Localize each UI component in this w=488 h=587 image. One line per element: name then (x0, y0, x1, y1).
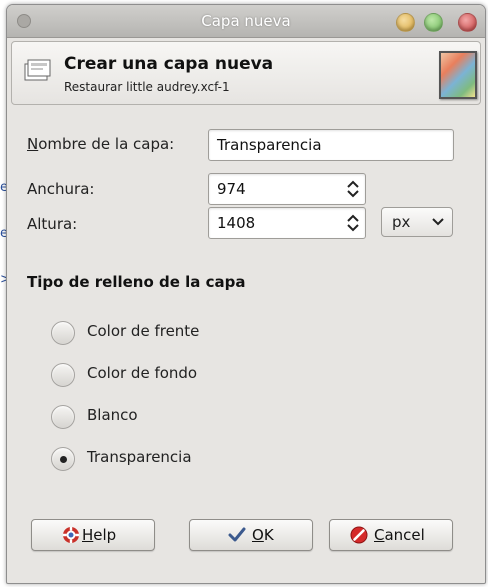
help-button-label: Help (82, 526, 117, 544)
minimize-button[interactable] (396, 13, 415, 32)
layer-name-input[interactable]: Transparencia (208, 129, 454, 161)
chevron-down-icon (432, 218, 444, 226)
height-label: Altura: (27, 215, 78, 233)
image-thumbnail (439, 51, 477, 99)
layer-name-label-text: ombre de la capa: (38, 135, 175, 153)
layer-name-label: Nombre de la capa: (27, 135, 175, 153)
ok-button[interactable]: OK (189, 519, 313, 551)
fill-option-label: Color de frente (87, 322, 200, 340)
fill-option-label: Transparencia (87, 448, 192, 466)
fill-option-label: Color de fondo (87, 364, 198, 382)
cancel-button-label: Cancel (374, 526, 425, 544)
fill-option-label: Blanco (87, 406, 138, 424)
radio-button[interactable] (51, 321, 75, 345)
maximize-button[interactable] (424, 13, 443, 32)
radio-button-selected[interactable] (51, 447, 75, 471)
spin-arrows-icon[interactable] (347, 180, 359, 198)
title-bar[interactable]: Capa nueva (7, 5, 485, 38)
screen: e e > Capa nueva Crear una capa nueva Re… (0, 0, 488, 587)
height-spinbox[interactable]: 1408 (208, 207, 366, 239)
unit-value: px (392, 213, 411, 231)
fill-type-heading: Tipo de relleno de la capa (27, 273, 246, 291)
unit-dropdown[interactable]: px (381, 207, 453, 237)
width-value: 974 (217, 180, 246, 198)
spin-arrows-icon[interactable] (347, 214, 359, 232)
close-button[interactable] (458, 13, 477, 32)
checkmark-icon (228, 527, 246, 542)
dialog-heading: Crear una capa nueva (64, 54, 274, 74)
radio-selected-dot (60, 456, 67, 463)
height-value: 1408 (217, 214, 256, 232)
dialog-header: Crear una capa nueva Restaurar little au… (11, 41, 481, 105)
ok-button-label: OK (252, 526, 274, 544)
new-layer-dialog: Capa nueva Crear una capa nueva Restaura… (6, 4, 486, 584)
help-button[interactable]: Help (31, 519, 155, 551)
cancel-icon (350, 526, 368, 544)
radio-button[interactable] (51, 363, 75, 387)
width-label: Anchura: (27, 180, 95, 198)
help-icon (63, 527, 79, 543)
image-name: Restaurar little audrey.xcf-1 (64, 80, 230, 94)
layer-icon (24, 59, 51, 81)
width-spinbox[interactable]: 974 (208, 173, 366, 205)
cancel-button[interactable]: Cancel (329, 519, 453, 551)
radio-button[interactable] (51, 405, 75, 429)
